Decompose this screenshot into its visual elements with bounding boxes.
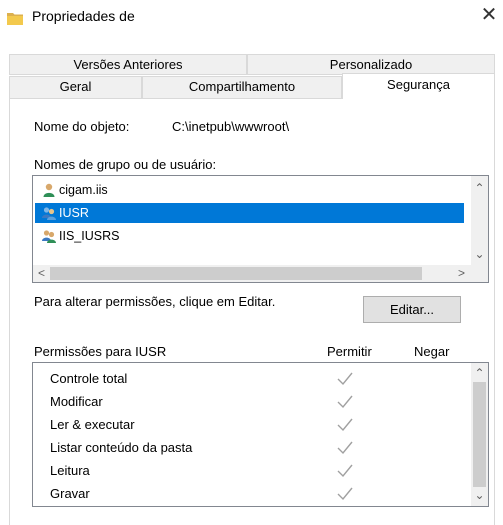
edit-button[interactable]: Editar... [363, 296, 461, 323]
chevron-right-icon[interactable]: > [453, 265, 470, 282]
list-item[interactable]: IUSR [35, 203, 464, 223]
list-item[interactable]: cigam.iis [35, 180, 464, 200]
tab-geral[interactable]: Geral [9, 76, 142, 99]
user-name: IUSR [59, 206, 89, 220]
permission-row: Gravar [33, 483, 471, 506]
permission-row: Ler & executar [33, 414, 471, 437]
permission-name: Listar conteúdo da pasta [50, 440, 193, 455]
permission-row: Listar conteúdo da pasta [33, 437, 471, 460]
tab-versoes-anteriores[interactable]: Versões Anteriores [9, 54, 247, 75]
edit-hint: Para alterar permissões, clique em Edita… [34, 294, 276, 309]
permission-name: Ler & executar [50, 417, 135, 432]
users-label: Nomes de grupo ou de usuário: [34, 157, 217, 172]
chevron-down-icon[interactable]: ⌄ [471, 246, 488, 263]
permission-name: Gravar [50, 486, 90, 501]
allow-check-icon [337, 487, 353, 501]
allow-check-icon [337, 372, 353, 386]
window-title: Propriedades de [32, 8, 135, 24]
folder-icon [7, 13, 23, 25]
permissions-list[interactable]: Controle total Modificar Ler & executar … [32, 362, 489, 507]
group-users-icon [42, 230, 56, 243]
object-name-value: C:\inetpub\wwwroot\ [172, 119, 290, 134]
close-icon[interactable]: ✕ [478, 3, 500, 27]
tab-seguranca[interactable]: Segurança [342, 73, 495, 101]
chevron-left-icon[interactable]: < [33, 265, 50, 282]
tab-personalizado[interactable]: Personalizado [247, 54, 495, 75]
allow-check-icon [337, 418, 353, 432]
vertical-scrollbar[interactable]: ⌃ ⌄ [471, 176, 488, 265]
chevron-up-icon[interactable]: ⌃ [471, 365, 488, 382]
permission-row: Leitura [33, 460, 471, 483]
allow-check-icon [337, 441, 353, 455]
horizontal-scroll-thumb[interactable] [50, 267, 422, 280]
chevron-up-icon[interactable]: ⌃ [471, 180, 488, 197]
allow-check-icon [337, 464, 353, 478]
permissions-label: Permissões para IUSR [34, 344, 167, 359]
allow-check-icon [337, 395, 353, 409]
deny-column-header: Negar [414, 344, 450, 359]
object-name-label: Nome do objeto: [34, 119, 130, 134]
vertical-scrollbar[interactable]: ⌃ ⌄ [471, 363, 488, 506]
permission-name: Controle total [50, 371, 128, 386]
user-name: cigam.iis [59, 183, 108, 197]
list-item[interactable]: IIS_IUSRS [35, 226, 464, 246]
chevron-down-icon[interactable]: ⌄ [471, 487, 488, 504]
group-users-icon [42, 207, 56, 220]
permission-name: Modificar [50, 394, 103, 409]
permission-row: Controle total [33, 368, 471, 391]
allow-column-header: Permitir [327, 344, 372, 359]
single-user-icon [43, 183, 55, 197]
permission-name: Leitura [50, 463, 90, 478]
vertical-scroll-thumb[interactable] [473, 382, 486, 487]
horizontal-scrollbar[interactable]: < > [33, 265, 488, 282]
permission-row: Modificar [33, 391, 471, 414]
users-listbox[interactable]: cigam.iis IUSR IIS_IUSRS ⌃ ⌄ < > [32, 175, 489, 283]
user-name: IIS_IUSRS [59, 229, 120, 243]
tab-compartilhamento[interactable]: Compartilhamento [142, 76, 342, 99]
